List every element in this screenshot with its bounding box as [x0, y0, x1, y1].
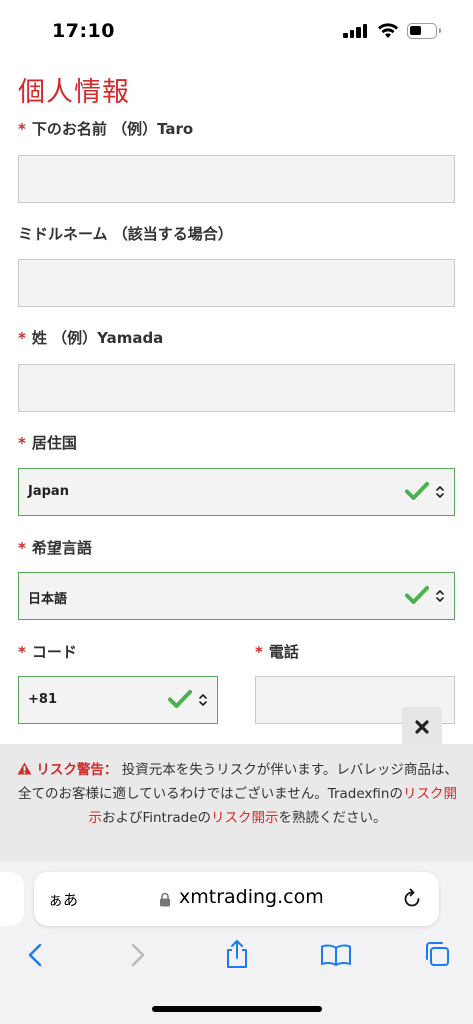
bookmarks-icon[interactable] — [320, 943, 352, 967]
status-bar: 17:10 — [0, 0, 473, 60]
page-title: 個人情報 — [18, 77, 130, 108]
updown-chevron-icon — [199, 694, 207, 706]
required-mark: * — [18, 539, 26, 557]
country-label: * 居住国 — [18, 432, 77, 453]
code-label: * コード — [18, 641, 77, 662]
language-select[interactable]: 日本語 — [18, 572, 455, 620]
last-name-label-text: 姓 （例）Yamada — [31, 329, 164, 347]
back-icon[interactable] — [26, 942, 46, 968]
battery-icon — [407, 23, 441, 39]
required-mark: * — [255, 643, 263, 661]
address-bar[interactable]: ぁあ xmtrading.com — [34, 872, 439, 926]
last-name-input[interactable] — [18, 364, 455, 412]
browser-toolbar: ぁあ xmtrading.com — [0, 862, 473, 1024]
required-mark: * — [18, 120, 26, 138]
phone-label-text: 電話 — [268, 643, 299, 661]
reload-icon[interactable] — [401, 888, 423, 910]
updown-chevron-icon — [436, 486, 444, 498]
required-mark: * — [18, 329, 26, 347]
close-warning-button[interactable] — [402, 707, 442, 747]
url-text: xmtrading.com — [179, 886, 324, 908]
warning-triangle-icon — [17, 762, 32, 775]
language-select-value: 日本語 — [28, 592, 68, 607]
country-code-select[interactable]: +81 — [18, 676, 218, 724]
country-select-value: Japan — [28, 484, 69, 499]
home-indicator — [152, 1006, 322, 1012]
risk-warning-title: リスク警告： — [36, 762, 118, 778]
first-name-label-text: 下のお名前 （例）Taro — [31, 120, 194, 138]
language-label: * 希望言語 — [18, 537, 92, 558]
page-settings-button[interactable]: ぁあ — [48, 889, 78, 910]
risk-warning-body-2: およびFintradeの — [101, 810, 212, 826]
risk-warning-body-3: を熟読ください。 — [278, 810, 387, 826]
cellular-signal-icon — [343, 24, 369, 38]
last-name-label: * 姓 （例）Yamada — [18, 327, 163, 348]
check-icon — [405, 482, 429, 500]
previous-tab-preview[interactable] — [0, 872, 24, 926]
country-code-value: +81 — [28, 692, 57, 707]
risk-warning-banner: リスク警告： 投資元本を失うリスクが伴います。レバレッジ商品は、全てのお客様に適… — [0, 744, 473, 862]
risk-warning-text: リスク警告： 投資元本を失うリスクが伴います。レバレッジ商品は、全てのお客様に適… — [12, 758, 463, 830]
risk-disclosure-link-fintrade[interactable]: リスク開示 — [211, 810, 279, 826]
check-icon — [405, 586, 429, 604]
country-label-text: 居住国 — [31, 434, 77, 452]
close-icon — [415, 720, 429, 734]
language-label-text: 希望言語 — [31, 539, 92, 557]
lock-icon — [160, 892, 170, 907]
first-name-label: * 下のお名前 （例）Taro — [18, 118, 193, 139]
check-icon — [168, 690, 192, 708]
first-name-input[interactable] — [18, 155, 455, 203]
code-label-text: コード — [31, 643, 77, 661]
required-mark: * — [18, 434, 26, 452]
tabs-icon[interactable] — [423, 940, 451, 968]
middle-name-label: ミドルネーム （該当する場合） — [18, 225, 233, 243]
status-time: 17:10 — [52, 20, 115, 42]
required-mark: * — [18, 643, 26, 661]
wifi-icon — [378, 23, 398, 38]
share-icon[interactable] — [224, 939, 250, 969]
phone-label: * 電話 — [255, 641, 299, 662]
forward-icon[interactable] — [127, 942, 147, 968]
country-select[interactable]: Japan — [18, 468, 455, 516]
updown-chevron-icon — [436, 590, 444, 602]
middle-name-input[interactable] — [18, 259, 455, 307]
